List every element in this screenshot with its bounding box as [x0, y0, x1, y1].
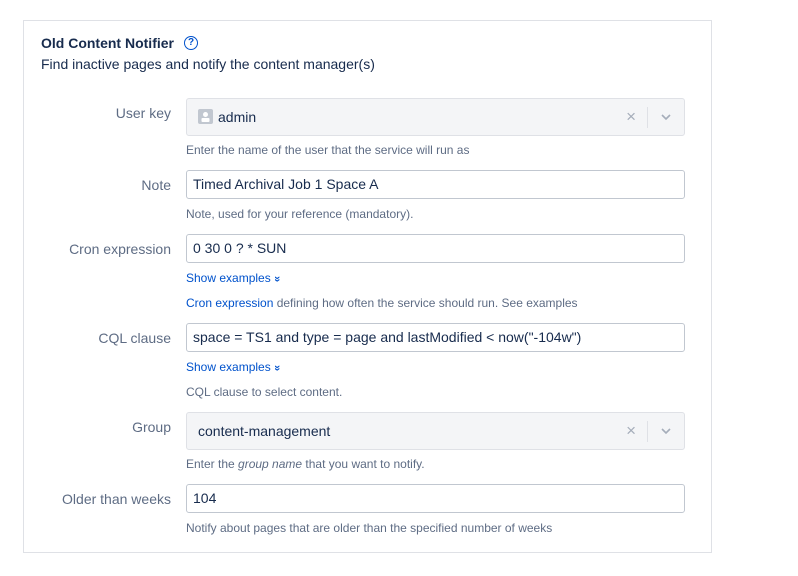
- group-help-suffix: that you want to notify.: [302, 457, 425, 471]
- user-key-value: admin: [218, 109, 257, 125]
- chevron-down-icon[interactable]: [660, 424, 672, 436]
- group-value: content-management: [198, 423, 331, 439]
- double-chevron-down-icon: »: [270, 364, 283, 372]
- cron-input[interactable]: 0 30 0 ? * SUN: [186, 234, 685, 263]
- cron-expression-link[interactable]: Cron expression: [186, 296, 273, 310]
- cron-help-text: defining how often the service should ru…: [273, 296, 578, 310]
- user-key-label: User key: [115, 105, 171, 121]
- group-help: Enter the group name that you want to no…: [186, 457, 425, 471]
- older-than-label: Older than weeks: [62, 491, 171, 507]
- question-circle-icon[interactable]: ?: [184, 36, 198, 50]
- page-subtitle: Find inactive pages and notify the conte…: [41, 56, 375, 72]
- cron-label: Cron expression: [69, 241, 171, 257]
- group-help-prefix: Enter the: [186, 457, 239, 471]
- user-key-help: Enter the name of the user that the serv…: [186, 143, 470, 157]
- note-input[interactable]: Timed Archival Job 1 Space A: [186, 170, 685, 199]
- cron-help: Cron expression defining how often the s…: [186, 296, 578, 310]
- show-examples-label: Show examples: [186, 360, 271, 374]
- double-chevron-down-icon: »: [270, 275, 283, 283]
- cql-help: CQL clause to select content.: [186, 385, 343, 399]
- group-label: Group: [132, 419, 171, 435]
- user-key-select[interactable]: admin ×: [186, 98, 685, 136]
- older-than-help: Notify about pages that are older than t…: [186, 521, 553, 535]
- user-avatar-icon: [198, 109, 213, 124]
- select-separator: [647, 107, 648, 128]
- note-help: Note, used for your reference (mandatory…: [186, 207, 414, 221]
- cql-show-examples-link[interactable]: Show examples»: [186, 360, 283, 374]
- group-help-emphasis: group name: [238, 457, 303, 471]
- chevron-down-icon[interactable]: [660, 110, 672, 122]
- cql-label: CQL clause: [98, 330, 171, 346]
- cron-show-examples-link[interactable]: Show examples»: [186, 271, 283, 285]
- clear-icon[interactable]: ×: [626, 107, 636, 127]
- cql-input[interactable]: space = TS1 and type = page and lastModi…: [186, 323, 685, 352]
- note-label: Note: [141, 177, 171, 193]
- page-title: Old Content Notifier: [41, 35, 174, 51]
- select-separator: [647, 421, 648, 442]
- group-select[interactable]: content-management ×: [186, 412, 685, 450]
- older-than-input[interactable]: 104: [186, 484, 685, 513]
- show-examples-label: Show examples: [186, 271, 271, 285]
- clear-icon[interactable]: ×: [626, 421, 636, 441]
